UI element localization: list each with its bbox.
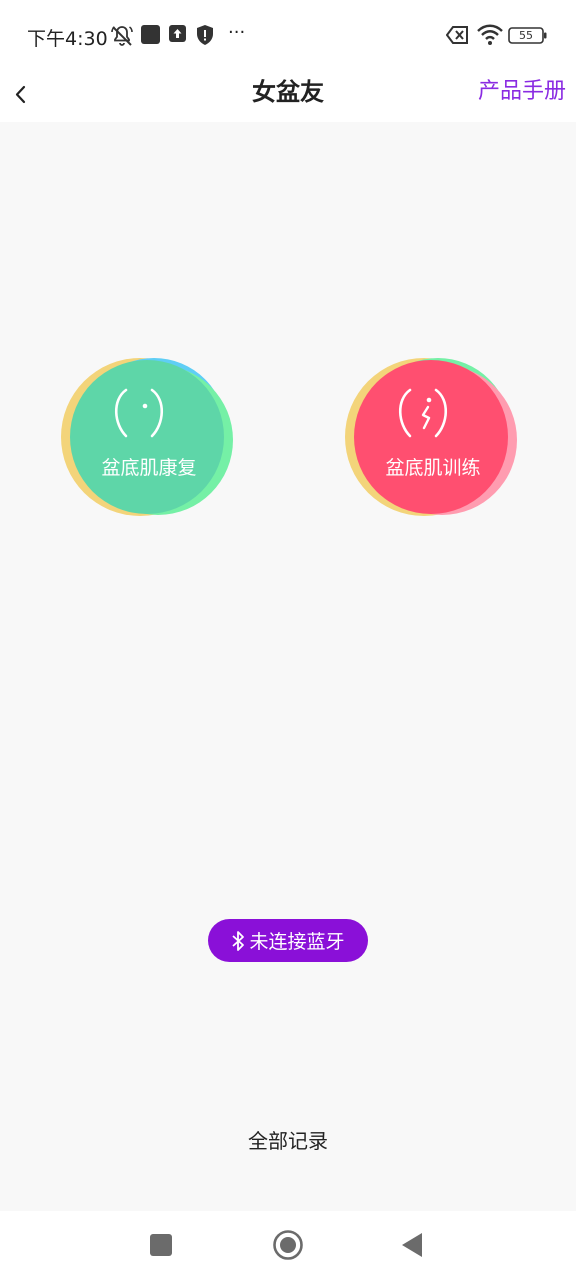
back-nav-button[interactable] bbox=[396, 1228, 430, 1262]
belly-icon bbox=[108, 388, 170, 440]
wifi-icon bbox=[476, 24, 504, 46]
more-indicator: ··· bbox=[228, 22, 246, 43]
app-square-icon bbox=[140, 24, 162, 46]
pelvic-recovery-button[interactable]: 盆底肌康复 bbox=[54, 344, 244, 534]
no-sim-icon bbox=[446, 24, 470, 46]
status-bar: 下午4:30 ··· 55 bbox=[0, 0, 576, 66]
circle-icon bbox=[271, 1230, 305, 1266]
recovery-label: 盆底肌康复 bbox=[101, 457, 197, 479]
triangle-left-icon bbox=[396, 1233, 430, 1266]
all-records-link[interactable]: 全部记录 bbox=[0, 1125, 576, 1154]
recents-button[interactable] bbox=[144, 1228, 178, 1262]
app-header: 女盆友 产品手册 bbox=[0, 66, 576, 122]
bluetooth-status-button[interactable]: 未连接蓝牙 bbox=[208, 919, 368, 962]
square-icon bbox=[144, 1234, 178, 1266]
pelvic-training-button[interactable]: 盆底肌训练 bbox=[338, 344, 528, 534]
upload-icon bbox=[168, 24, 188, 46]
training-label: 盆底肌训练 bbox=[385, 457, 481, 479]
bluetooth-status-label: 未连接蓝牙 bbox=[249, 931, 345, 953]
product-manual-link[interactable]: 产品手册 bbox=[478, 73, 566, 105]
shield-icon bbox=[195, 24, 215, 46]
belly-pain-icon bbox=[392, 388, 454, 440]
battery-level: 55 bbox=[519, 29, 533, 42]
home-button[interactable] bbox=[271, 1228, 305, 1262]
bluetooth-icon bbox=[231, 930, 245, 952]
status-time: 下午4:30 bbox=[27, 28, 108, 50]
notifications-muted-icon bbox=[110, 24, 134, 46]
system-nav-bar bbox=[0, 1211, 576, 1280]
